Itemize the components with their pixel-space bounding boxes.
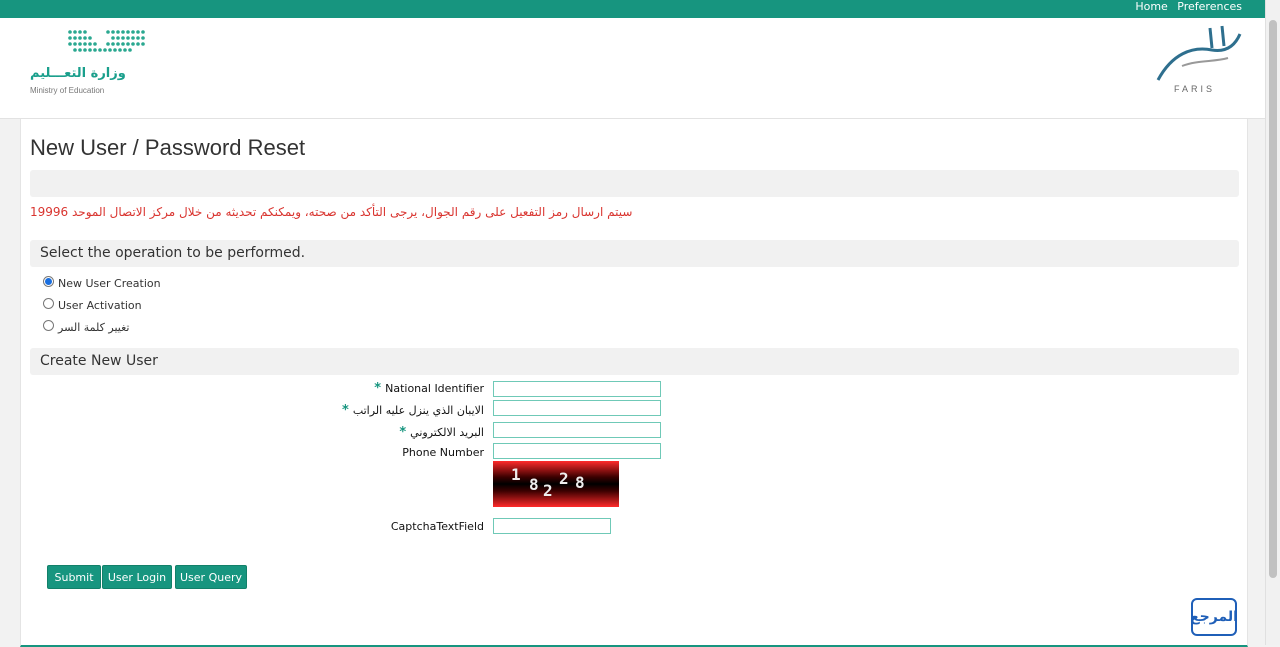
email-input[interactable] [493,422,661,438]
captcha-digit: 8 [529,475,539,494]
scrollbar[interactable] [1265,0,1280,645]
captcha-input[interactable] [493,518,611,534]
activation-notice: سيتم ارسال رمز التفعيل على رقم الجوال، ي… [30,205,633,219]
user-login-button[interactable]: User Login [102,565,172,589]
captcha-digit: 8 [575,473,585,492]
radio-button[interactable] [43,276,54,287]
required-star: * [342,403,349,418]
radio-change-password[interactable]: تغيير كلمة السر [43,320,130,334]
captcha-image: 1 8 2 2 8 [493,461,619,507]
create-user-section-header: Create New User [30,348,1239,375]
captcha-digit: 2 [559,469,569,488]
operation-section-header: Select the operation to be performed. [30,240,1239,267]
national-identifier-input[interactable] [493,381,661,397]
radio-user-activation[interactable]: User Activation [43,298,142,312]
top-bar: Home Preferences [0,0,1266,18]
radio-label: New User Creation [58,277,161,290]
watermark-logo: المرجع [1190,598,1238,636]
message-panel [30,170,1239,197]
submit-button[interactable]: Submit [47,565,101,589]
radio-button[interactable] [43,320,54,331]
moe-arabic-name: وزارة التعـــليم [30,66,126,81]
scrollbar-thumb[interactable] [1269,20,1277,578]
national-identifier-label: * National Identifier [374,381,484,396]
iban-input[interactable] [493,400,661,416]
ministry-of-education-logo: وزارة التعـــليم Ministry of Education [28,28,148,98]
create-user-heading: Create New User [40,353,158,369]
user-query-button[interactable]: User Query [175,565,247,589]
email-label: * البريد الالكتروني [399,425,484,440]
home-link[interactable]: Home [1135,0,1167,13]
main-content: New User / Password Reset سيتم ارسال رمز… [20,119,1248,647]
phone-number-input[interactable] [493,443,661,459]
faris-horse-icon [1156,25,1242,81]
captcha-label: CaptchaTextField [390,520,484,533]
moe-english-name: Ministry of Education [30,86,105,95]
radio-label: User Activation [58,299,142,312]
preferences-link[interactable]: Preferences [1177,0,1242,13]
captcha-digit: 1 [511,465,521,484]
operation-heading: Select the operation to be performed. [40,245,306,261]
faris-text: FARIS [1174,84,1216,94]
header: وزارة التعـــليم Ministry of Education F… [0,18,1266,119]
radio-button[interactable] [43,298,54,309]
required-star: * [374,381,382,396]
phone-number-label: Phone Number [402,446,484,459]
iban-label: * الايبان الذي ينزل عليه الراتب [342,403,484,418]
top-links: Home Preferences [1129,0,1242,14]
captcha-digit: 2 [543,481,553,500]
required-star: * [399,425,407,440]
radio-new-user-creation[interactable]: New User Creation [43,276,161,290]
faris-logo: FARIS [1152,24,1246,100]
page-title: New User / Password Reset [30,135,306,160]
moe-dots-icon [68,30,145,52]
radio-label: تغيير كلمة السر [58,321,130,334]
